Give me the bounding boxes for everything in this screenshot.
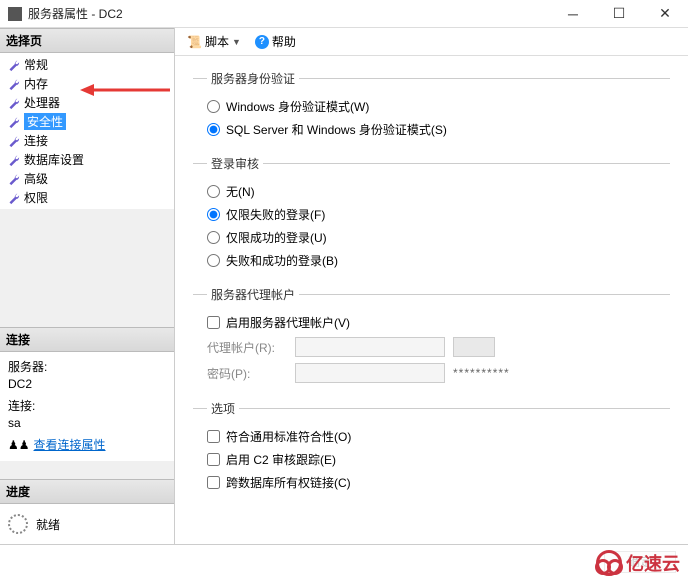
password-mask: **********	[453, 366, 510, 380]
nav-security[interactable]: 安全性	[0, 112, 174, 131]
auth-windows-label: Windows 身份验证模式(W)	[226, 98, 369, 115]
help-icon: ?	[255, 35, 269, 49]
proxy-browse-button	[453, 337, 495, 357]
options-group: 选项 符合通用标准符合性(O) 启用 C2 审核跟踪(E) 跨数据库所有权链接(…	[193, 400, 670, 498]
enable-proxy-label: 启用服务器代理帐户(V)	[226, 314, 350, 331]
audit-success-radio[interactable]	[207, 231, 220, 244]
close-button[interactable]: ✕	[642, 0, 688, 27]
proxy-account-group: 服务器代理帐户 启用服务器代理帐户(V) 代理帐户(R): 密码(P): ***…	[193, 286, 670, 390]
conn-value: sa	[8, 416, 166, 430]
nav-label: 权限	[24, 189, 48, 206]
audit-none-label: 无(N)	[226, 183, 255, 200]
common-criteria-label: 符合通用标准符合性(O)	[226, 428, 351, 445]
auth-mixed-radio[interactable]	[207, 123, 220, 136]
cross-db-label: 跨数据库所有权链接(C)	[226, 474, 351, 491]
auth-mixed-label: SQL Server 和 Windows 身份验证模式(S)	[226, 121, 447, 138]
page-list: 常规 内存 处理器 安全性 连接 数据库设置 高级 权限	[0, 53, 174, 209]
titlebar: 服务器属性 - DC2 ─ ☐ ✕	[0, 0, 688, 28]
wrench-icon	[6, 77, 20, 91]
watermark: 亿速云	[592, 548, 684, 578]
bottom-bar: 确定	[0, 544, 688, 578]
connection-header: 连接	[0, 327, 174, 352]
maximize-button[interactable]: ☐	[596, 0, 642, 27]
nav-advanced[interactable]: 高级	[0, 169, 174, 188]
wrench-icon	[6, 58, 20, 72]
conn-label: 连接:	[8, 397, 166, 414]
proxy-account-input	[295, 337, 445, 357]
server-auth-legend: 服务器身份验证	[207, 70, 299, 87]
progress-block: 就绪	[0, 504, 174, 544]
options-legend: 选项	[207, 400, 239, 417]
watermark-text: 亿速云	[626, 550, 680, 576]
c2-audit-checkbox[interactable]	[207, 453, 220, 466]
nav-label: 连接	[24, 132, 48, 149]
proxy-account-label: 代理帐户(R):	[207, 339, 287, 356]
proxy-password-label: 密码(P):	[207, 365, 287, 382]
app-icon	[8, 7, 22, 21]
wrench-icon	[6, 96, 20, 110]
progress-status: 就绪	[36, 516, 60, 533]
wrench-icon	[6, 172, 20, 186]
window-title: 服务器属性 - DC2	[28, 5, 550, 22]
connection-info: 服务器: DC2 连接: sa ♟♟ 查看连接属性	[0, 352, 174, 461]
wrench-icon	[6, 191, 20, 205]
nav-label: 常规	[24, 56, 48, 73]
nav-general[interactable]: 常规	[0, 55, 174, 74]
server-label: 服务器:	[8, 358, 166, 375]
wrench-icon	[6, 115, 20, 129]
enable-proxy-checkbox[interactable]	[207, 316, 220, 329]
wrench-icon	[6, 153, 20, 167]
progress-header: 进度	[0, 479, 174, 504]
nav-memory[interactable]: 内存	[0, 74, 174, 93]
audit-failed-radio[interactable]	[207, 208, 220, 221]
sidebar: 选择页 常规 内存 处理器 安全性 连接 数据库设置 高级 权限 连接 服务器:…	[0, 28, 175, 544]
audit-failed-label: 仅限失败的登录(F)	[226, 206, 325, 223]
login-audit-legend: 登录审核	[207, 155, 263, 172]
audit-none-radio[interactable]	[207, 185, 220, 198]
script-label: 脚本	[205, 33, 229, 50]
common-criteria-checkbox[interactable]	[207, 430, 220, 443]
select-page-header: 选择页	[0, 28, 174, 53]
login-audit-group: 登录审核 无(N) 仅限失败的登录(F) 仅限成功的登录(U) 失败和成功的登录…	[193, 155, 670, 276]
nav-label: 处理器	[24, 94, 60, 111]
audit-success-label: 仅限成功的登录(U)	[226, 229, 327, 246]
nav-label: 安全性	[24, 113, 66, 130]
watermark-icon	[596, 550, 622, 576]
auth-windows-radio[interactable]	[207, 100, 220, 113]
minimize-button[interactable]: ─	[550, 0, 596, 27]
nav-label: 数据库设置	[24, 151, 84, 168]
nav-permissions[interactable]: 权限	[0, 188, 174, 207]
nav-label: 内存	[24, 75, 48, 92]
audit-both-radio[interactable]	[207, 254, 220, 267]
help-button[interactable]: ? 帮助	[251, 31, 300, 52]
script-button[interactable]: 📜 脚本 ▼	[183, 31, 245, 52]
script-icon: 📜	[187, 35, 202, 49]
server-value: DC2	[8, 377, 166, 391]
cross-db-checkbox[interactable]	[207, 476, 220, 489]
proxy-legend: 服务器代理帐户	[207, 286, 299, 303]
window-buttons: ─ ☐ ✕	[550, 0, 688, 27]
nav-label: 高级	[24, 170, 48, 187]
chevron-down-icon: ▼	[232, 37, 241, 47]
wrench-icon	[6, 134, 20, 148]
content-area: 📜 脚本 ▼ ? 帮助 服务器身份验证 Windows 身份验证模式(W) SQ…	[175, 28, 688, 544]
nav-database-settings[interactable]: 数据库设置	[0, 150, 174, 169]
nav-processor[interactable]: 处理器	[0, 93, 174, 112]
nav-connections[interactable]: 连接	[0, 131, 174, 150]
toolbar: 📜 脚本 ▼ ? 帮助	[175, 28, 688, 56]
server-auth-group: 服务器身份验证 Windows 身份验证模式(W) SQL Server 和 W…	[193, 70, 670, 145]
help-label: 帮助	[272, 33, 296, 50]
audit-both-label: 失败和成功的登录(B)	[226, 252, 338, 269]
view-connection-properties-link[interactable]: 查看连接属性	[34, 436, 106, 453]
spinner-icon	[8, 514, 28, 534]
connection-icon: ♟♟	[8, 438, 30, 452]
proxy-password-input	[295, 363, 445, 383]
c2-audit-label: 启用 C2 审核跟踪(E)	[226, 451, 336, 468]
